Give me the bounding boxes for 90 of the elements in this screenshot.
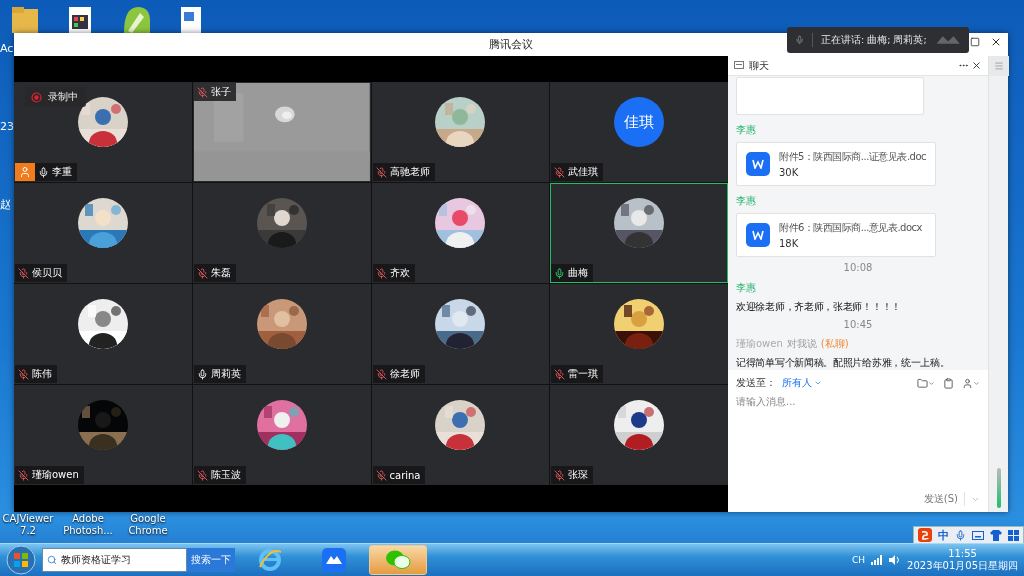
speaker-text: 正在讲话: 曲梅; 周莉英; bbox=[821, 33, 927, 47]
maximize-button[interactable] bbox=[970, 37, 980, 47]
participant-name: 高驰老师 bbox=[389, 165, 430, 179]
ime-mode: 中 bbox=[938, 527, 949, 543]
meeting-app-icon bbox=[322, 548, 346, 572]
shirt-icon[interactable] bbox=[990, 529, 1002, 541]
recording-label: 录制中 bbox=[48, 90, 78, 104]
caret-icon bbox=[928, 379, 935, 387]
user-icon bbox=[19, 166, 31, 178]
participant-name: 周莉英 bbox=[210, 367, 241, 381]
close-button[interactable] bbox=[990, 36, 1002, 48]
user-button[interactable] bbox=[962, 377, 980, 389]
recipient-label: 对我说 bbox=[786, 337, 817, 351]
message-text: 记得简单写个新闻稿。配照片给苏雅，统一上稿。 bbox=[736, 357, 951, 370]
participant-name: 瑾瑜owen bbox=[32, 468, 79, 482]
send-button[interactable]: 发送(S) bbox=[917, 492, 965, 506]
keyboard-icon[interactable] bbox=[972, 530, 984, 540]
desktop-icon-label: 赵 bbox=[0, 199, 12, 211]
desktop-icon-label: Adobe Photosh... bbox=[62, 512, 114, 537]
desktop-icon-label: CAJViewer 7.2 bbox=[2, 512, 54, 537]
chat-title: 聊天 bbox=[749, 58, 769, 73]
mic-icon bbox=[795, 34, 805, 46]
sender-name: 李惠 bbox=[736, 194, 757, 208]
participant-name: carina bbox=[389, 469, 421, 481]
caret-icon bbox=[973, 379, 980, 387]
participant-name: 李重 bbox=[52, 165, 72, 179]
folder-icon bbox=[917, 377, 928, 389]
recipient-dropdown[interactable]: 所有人 bbox=[782, 376, 822, 390]
participant-name: 朱磊 bbox=[210, 266, 231, 280]
file-card[interactable]: 附件6：陕西国际商...意见表.docx 18K bbox=[736, 213, 936, 257]
desktop-icon-label: 23 bbox=[0, 121, 14, 133]
search-field[interactable]: 教师资格证学习 bbox=[42, 548, 187, 572]
private-tag: (私聊) bbox=[820, 337, 849, 351]
taskbar-app[interactable] bbox=[369, 545, 427, 575]
participant-name: 张子 bbox=[210, 85, 231, 99]
file-name: 附件6：陕西国际商...意见表.docx bbox=[779, 221, 922, 235]
message-time: 10:08 bbox=[843, 262, 873, 273]
participant-name: 徐老师 bbox=[389, 367, 420, 381]
close-icon bbox=[990, 36, 1002, 48]
sender-name: 瑾瑜owen bbox=[736, 337, 783, 351]
participant-name: 雷一琪 bbox=[568, 367, 599, 381]
sender-name: 李惠 bbox=[736, 281, 757, 295]
caret-icon bbox=[814, 379, 822, 387]
file-name: 附件5：陕西国际商...证意见表.doc bbox=[779, 150, 926, 164]
chat-icon bbox=[734, 61, 744, 70]
language-indicator: CH bbox=[852, 555, 866, 565]
participant-name: 武佳琪 bbox=[568, 165, 599, 179]
message-text: 欢迎徐老师，齐老师，张老师！！！！ bbox=[736, 301, 902, 314]
desktop-icon-label: Ac bbox=[0, 43, 14, 55]
file-size: 18K bbox=[779, 238, 800, 249]
maximize-icon bbox=[970, 37, 980, 47]
browser-icon bbox=[257, 547, 283, 573]
sender-name: 李惠 bbox=[736, 123, 757, 137]
participant-name: 陈伟 bbox=[32, 367, 52, 381]
desktop-icon-label: Google Chrome bbox=[127, 512, 169, 537]
participant-name: 曲梅 bbox=[568, 266, 589, 280]
file-size: 30K bbox=[779, 167, 800, 178]
close-button[interactable] bbox=[971, 60, 982, 71]
clock-time: 11:55 bbox=[948, 548, 977, 560]
avatar: 佳琪 bbox=[614, 97, 665, 147]
send-to-label: 发送至： bbox=[736, 376, 776, 390]
close-icon bbox=[971, 60, 982, 71]
document-icon bbox=[746, 152, 770, 176]
document-icon bbox=[746, 223, 770, 247]
participant-name: 侯贝贝 bbox=[32, 266, 62, 280]
participant-name: 齐欢 bbox=[389, 266, 410, 280]
participant-name: 陈玉波 bbox=[210, 468, 241, 482]
grid-icon[interactable] bbox=[1008, 529, 1019, 541]
speaker-icon[interactable] bbox=[889, 555, 902, 565]
clock-date: 2023年01月05日星期四 bbox=[907, 560, 1018, 572]
signal-icon[interactable] bbox=[871, 555, 884, 565]
folder-button[interactable] bbox=[917, 377, 935, 389]
start-button[interactable] bbox=[6, 545, 36, 575]
chat-app-icon bbox=[385, 549, 411, 571]
window-title: 腾讯会议 bbox=[489, 37, 533, 52]
clipboard-icon bbox=[943, 377, 954, 389]
message-time: 10:45 bbox=[843, 319, 873, 330]
participant-name: 张琛 bbox=[568, 468, 589, 482]
scrollbar bbox=[996, 468, 1001, 508]
clipboard-button[interactable] bbox=[943, 377, 954, 389]
logo-icon bbox=[934, 33, 961, 47]
menu-icon bbox=[993, 61, 1004, 71]
user-icon bbox=[962, 377, 973, 389]
folder-icon bbox=[10, 5, 40, 33]
input-method-icon bbox=[918, 528, 932, 542]
search-icon bbox=[47, 555, 57, 565]
search-button[interactable]: 搜索一下 bbox=[187, 548, 235, 572]
record-icon bbox=[31, 91, 42, 103]
mic-icon[interactable] bbox=[955, 529, 966, 541]
file-card[interactable]: 附件5：陕西国际商...证意见表.doc 30K bbox=[736, 142, 936, 186]
